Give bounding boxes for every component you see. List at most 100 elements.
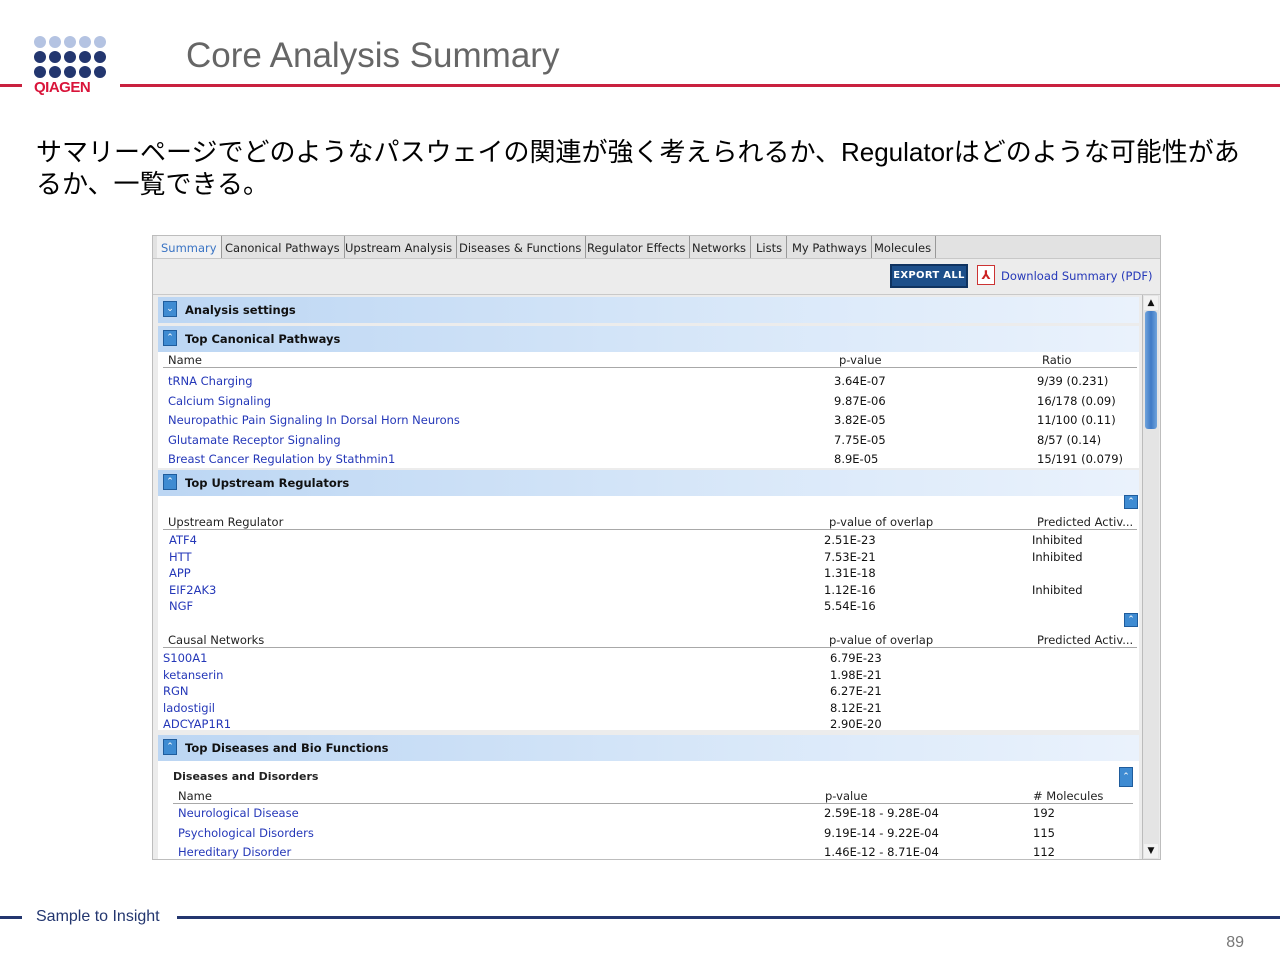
- ipa-window: Summary Canonical Pathways Upstream Anal…: [152, 235, 1161, 860]
- disease-name-link[interactable]: Hereditary Disorder: [178, 844, 291, 859]
- ratio-cell: 15/191 (0.079): [1037, 452, 1124, 466]
- tab-bar: Summary Canonical Pathways Upstream Anal…: [153, 236, 1160, 259]
- pvalue-cell: 1.31E-18: [824, 566, 876, 580]
- disease-name-link[interactable]: Neurological Disease: [178, 805, 299, 821]
- col-header-ratio[interactable]: Ratio: [1042, 353, 1072, 367]
- logo-dot: [79, 66, 91, 78]
- ratio-cell: 11/100 (0.11): [1037, 413, 1116, 427]
- network-name-link[interactable]: S100A1: [163, 650, 207, 666]
- tab-upstream-analysis[interactable]: Upstream Analysis: [341, 236, 458, 258]
- regulator-name-link[interactable]: APP: [169, 565, 191, 581]
- pathway-name-link[interactable]: Neuropathic Pain Signaling In Dorsal Hor…: [168, 412, 460, 428]
- col-header-pvalue[interactable]: p-value: [839, 353, 882, 367]
- logo-dot: [34, 66, 46, 78]
- regulator-name-link[interactable]: EIF2AK3: [169, 582, 216, 598]
- col-header-predicted-activation[interactable]: Predicted Activ...: [1037, 515, 1133, 529]
- molecules-cell: 115: [1033, 825, 1055, 840]
- logo-dot: [64, 66, 76, 78]
- col-header-upstream-regulator[interactable]: Upstream Regulator: [168, 515, 283, 529]
- diseases-disorders-subheader: Diseases and Disorders: [173, 770, 319, 783]
- logo-dots: [34, 36, 110, 78]
- diseases-functions-header[interactable]: ⌃ Top Diseases and Bio Functions: [158, 735, 1139, 761]
- table-row: ADCYAP1R1 2.90E-20: [153, 716, 1133, 732]
- scroll-thumb[interactable]: [1145, 311, 1157, 429]
- collapse-icon[interactable]: ⌃: [163, 474, 177, 490]
- logo-text: QIAGEN: [34, 79, 91, 96]
- pvalue-cell: 1.46E-12 - 8.71E-04: [824, 845, 939, 859]
- collapse-icon[interactable]: ⌃: [1124, 613, 1138, 627]
- pvalue-cell: 1.98E-21: [830, 667, 882, 682]
- regulator-name-link[interactable]: NGF: [169, 598, 193, 614]
- ratio-cell: 8/57 (0.14): [1037, 432, 1102, 447]
- expand-icon[interactable]: ⌄: [163, 301, 177, 317]
- regulator-name-link[interactable]: ATF4: [169, 532, 197, 548]
- pvalue-cell: 1.12E-16: [824, 582, 876, 597]
- col-header-pvalue[interactable]: p-value: [825, 789, 868, 803]
- header-rule-left: [0, 84, 22, 87]
- disease-name-link[interactable]: Psychological Disorders: [178, 825, 314, 841]
- vertical-scrollbar[interactable]: ▲ ▼: [1142, 295, 1159, 859]
- logo-dot: [34, 36, 46, 48]
- molecules-cell: 192: [1033, 806, 1055, 820]
- table-row: Glutamate Receptor Signaling 7.75E-05 8/57…: [153, 432, 1133, 448]
- table-row: EIF2AK3 1.12E-16 Inhibited: [153, 582, 1133, 598]
- col-header-pvalue-overlap[interactable]: p-value of overlap: [829, 633, 933, 647]
- pathway-name-link[interactable]: Calcium Signaling: [168, 393, 271, 409]
- export-all-button[interactable]: EXPORT ALL: [890, 264, 968, 288]
- logo-dot: [49, 66, 61, 78]
- canonical-pathways-header[interactable]: ⌃ Top Canonical Pathways: [158, 326, 1139, 352]
- table-row: Psychological Disorders 9.19E-14 - 9.22E-…: [153, 825, 1133, 841]
- scroll-down-icon[interactable]: ▼: [1144, 844, 1158, 858]
- tab-summary[interactable]: Summary: [157, 236, 222, 258]
- tab-networks[interactable]: Networks: [688, 236, 752, 258]
- collapse-icon[interactable]: ⌃: [1124, 495, 1138, 509]
- logo-dot: [79, 51, 91, 63]
- download-summary-link[interactable]: Download Summary (PDF): [1001, 269, 1152, 283]
- logo-dot: [79, 36, 91, 48]
- network-name-link[interactable]: ketanserin: [163, 667, 223, 683]
- tab-lists[interactable]: Lists: [752, 236, 788, 258]
- table-row: Neuropathic Pain Signaling In Dorsal Hor…: [153, 412, 1133, 428]
- col-header-causal-networks[interactable]: Causal Networks: [168, 633, 264, 647]
- col-header-pvalue-overlap[interactable]: p-value of overlap: [829, 515, 933, 529]
- divider: [163, 647, 1137, 648]
- table-row: Neurological Disease 2.59E-18 - 9.28E-04 1…: [153, 805, 1133, 821]
- divider: [163, 529, 1137, 530]
- network-name-link[interactable]: ladostigil: [163, 700, 215, 716]
- upstream-regulators-label: Top Upstream Regulators: [185, 476, 350, 490]
- pathway-name-link[interactable]: tRNA Charging: [168, 373, 253, 389]
- table-row: RGN 6.27E-21: [153, 683, 1133, 699]
- pathway-name-link[interactable]: Breast Cancer Regulation by Stathmin1: [168, 451, 395, 467]
- canonical-pathways-label: Top Canonical Pathways: [185, 332, 341, 346]
- tab-diseases-functions[interactable]: Diseases & Functions: [455, 236, 587, 258]
- col-header-name[interactable]: Name: [168, 353, 202, 367]
- table-row: Hereditary Disorder 1.46E-12 - 8.71E-04 11…: [153, 844, 1133, 859]
- regulator-name-link[interactable]: HTT: [169, 549, 192, 565]
- network-name-link[interactable]: RGN: [163, 683, 189, 699]
- activation-cell: Inhibited: [1032, 582, 1083, 597]
- tab-my-pathways[interactable]: My Pathways: [788, 236, 872, 258]
- table-row: Calcium Signaling 9.87E-06 16/178 (0.09): [153, 393, 1133, 409]
- pdf-icon[interactable]: ⅄: [977, 265, 995, 285]
- table-row: HTT 7.53E-21 Inhibited: [153, 549, 1133, 565]
- tab-canonical-pathways[interactable]: Canonical Pathways: [221, 236, 345, 258]
- col-header-name[interactable]: Name: [178, 789, 212, 803]
- logo-dot: [34, 51, 46, 63]
- ratio-cell: 16/178 (0.09): [1037, 393, 1116, 408]
- tab-molecules[interactable]: Molecules: [870, 236, 937, 258]
- pvalue-cell: 3.82E-05: [834, 413, 886, 427]
- upstream-regulators-header[interactable]: ⌃ Top Upstream Regulators: [158, 470, 1139, 496]
- network-name-link[interactable]: ADCYAP1R1: [163, 716, 231, 732]
- collapse-icon[interactable]: ⌃: [163, 739, 177, 755]
- pvalue-cell: 2.90E-20: [830, 717, 882, 731]
- diseases-functions-label: Top Diseases and Bio Functions: [185, 741, 389, 755]
- col-header-predicted-activation[interactable]: Predicted Activ...: [1037, 633, 1133, 647]
- col-header-molecules[interactable]: # Molecules: [1033, 789, 1103, 803]
- analysis-settings-header[interactable]: ⌄ Analysis settings: [158, 297, 1139, 323]
- tab-regulator-effects[interactable]: Regulator Effects: [583, 236, 691, 258]
- collapse-icon[interactable]: ⌃: [1119, 767, 1133, 787]
- pvalue-cell: 5.54E-16: [824, 599, 876, 613]
- pathway-name-link[interactable]: Glutamate Receptor Signaling: [168, 432, 341, 448]
- collapse-icon[interactable]: ⌃: [163, 330, 177, 346]
- scroll-up-icon[interactable]: ▲: [1144, 296, 1158, 310]
